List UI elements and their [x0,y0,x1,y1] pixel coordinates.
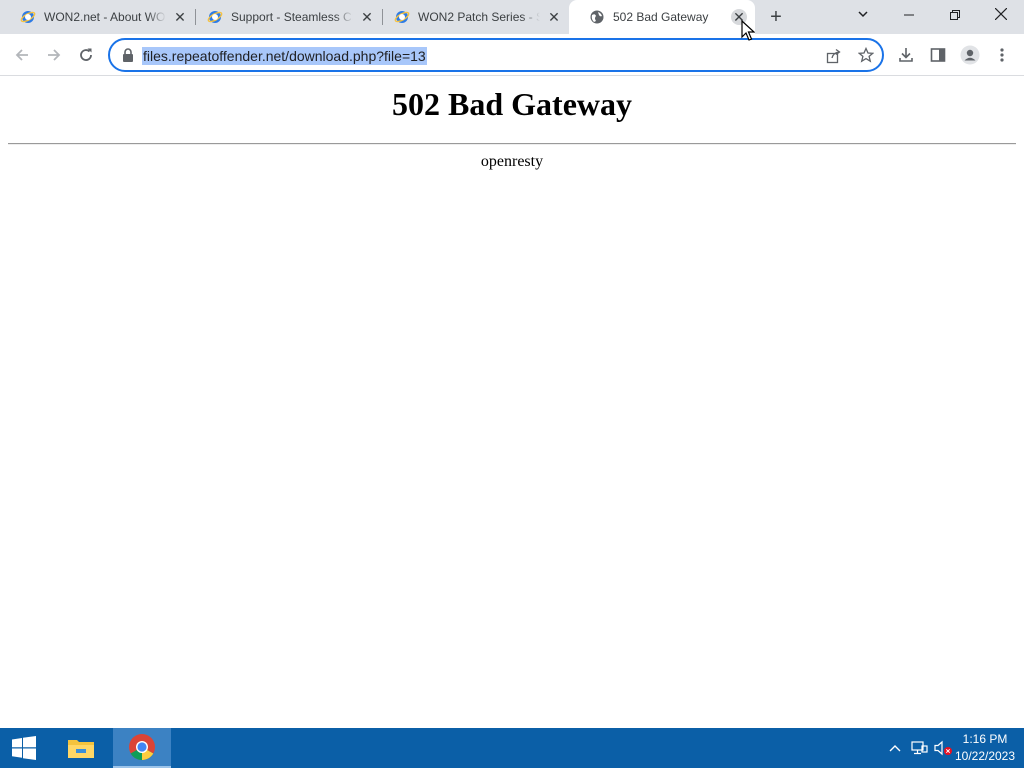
ie-style-globe-icon [394,11,410,23]
bookmark-star-icon[interactable] [858,47,874,63]
profile-button[interactable] [956,41,984,69]
side-panel-button[interactable] [924,41,952,69]
side-panel-icon [930,48,946,62]
browser-menu-button[interactable] [988,41,1016,69]
share-icon[interactable] [826,48,842,64]
tab-won2-about[interactable]: WON2.net - About WON2 ✕ [0,0,196,34]
mouse-cursor-icon [741,20,755,41]
show-hidden-icons-button[interactable] [884,728,906,768]
new-tab-button[interactable]: + [764,5,788,29]
close-tab-icon[interactable]: ✕ [546,9,562,25]
network-icon [911,741,928,755]
chevron-up-icon [889,745,901,752]
arrow-right-icon [48,49,61,61]
close-icon [994,7,1008,21]
clock-time: 1:16 PM [962,732,1008,746]
system-clock[interactable]: 1:16 PM 10/22/2023 [954,731,1016,765]
tab-strip: WON2.net - About WON2 ✕ Support - Steaml… [0,0,1024,34]
restore-icon [950,10,960,20]
error-heading: 502 Bad Gateway [392,86,632,122]
globe-icon [590,10,604,24]
tab-title: Support - Steamless CS [231,10,353,24]
arrow-left-icon [15,49,28,61]
address-bar[interactable]: files.repeatoffender.net/download.php?fi… [108,38,884,72]
tab-502-bad-gateway[interactable]: 502 Bad Gateway ✕ [569,0,755,34]
tab-steamless-support[interactable]: Support - Steamless CS ✕ [187,0,383,34]
download-icon [899,48,913,62]
kebab-menu-icon [1000,48,1004,62]
chrome-icon [129,734,155,761]
avatar-icon [960,45,980,65]
back-button[interactable] [8,41,36,69]
speaker-muted-icon [934,740,952,756]
tab-title: 502 Bad Gateway [613,10,709,24]
volume-status[interactable] [931,728,955,768]
folder-icon [68,740,94,758]
start-button[interactable] [0,728,48,768]
close-window-button[interactable] [978,0,1024,30]
tab-title: WON2.net - About WON2 [44,10,166,24]
restore-button[interactable] [932,0,978,30]
close-tab-icon[interactable]: ✕ [359,9,375,25]
minimize-icon [904,14,914,16]
tab-title: WON2 Patch Series - Steam [418,10,540,24]
windows-taskbar: 1:16 PM 10/22/2023 [0,728,1024,768]
clock-date: 10/22/2023 [954,749,1016,763]
browser-toolbar: files.repeatoffender.net/download.php?fi… [0,34,1024,76]
network-status[interactable] [907,728,931,768]
url-text[interactable]: files.repeatoffender.net/download.php?fi… [142,47,427,65]
ie-style-globe-icon [20,11,36,23]
server-signature: openresty [480,153,544,170]
taskbar-file-explorer[interactable] [57,728,105,768]
forward-button[interactable] [40,41,68,69]
taskbar-chrome[interactable] [113,728,171,768]
tab-search-button[interactable] [840,0,886,30]
minimize-button[interactable] [886,0,932,30]
reload-icon [80,48,92,61]
downloads-button[interactable] [892,41,920,69]
divider [8,143,1016,145]
chevron-down-icon [858,11,868,18]
windows-logo-icon [12,736,36,760]
ie-style-globe-icon [207,11,223,23]
close-tab-icon[interactable]: ✕ [172,9,188,25]
reload-button[interactable] [72,41,100,69]
tab-won2-patch[interactable]: WON2 Patch Series - Steam ✕ [374,0,570,34]
lock-icon[interactable] [122,48,134,62]
